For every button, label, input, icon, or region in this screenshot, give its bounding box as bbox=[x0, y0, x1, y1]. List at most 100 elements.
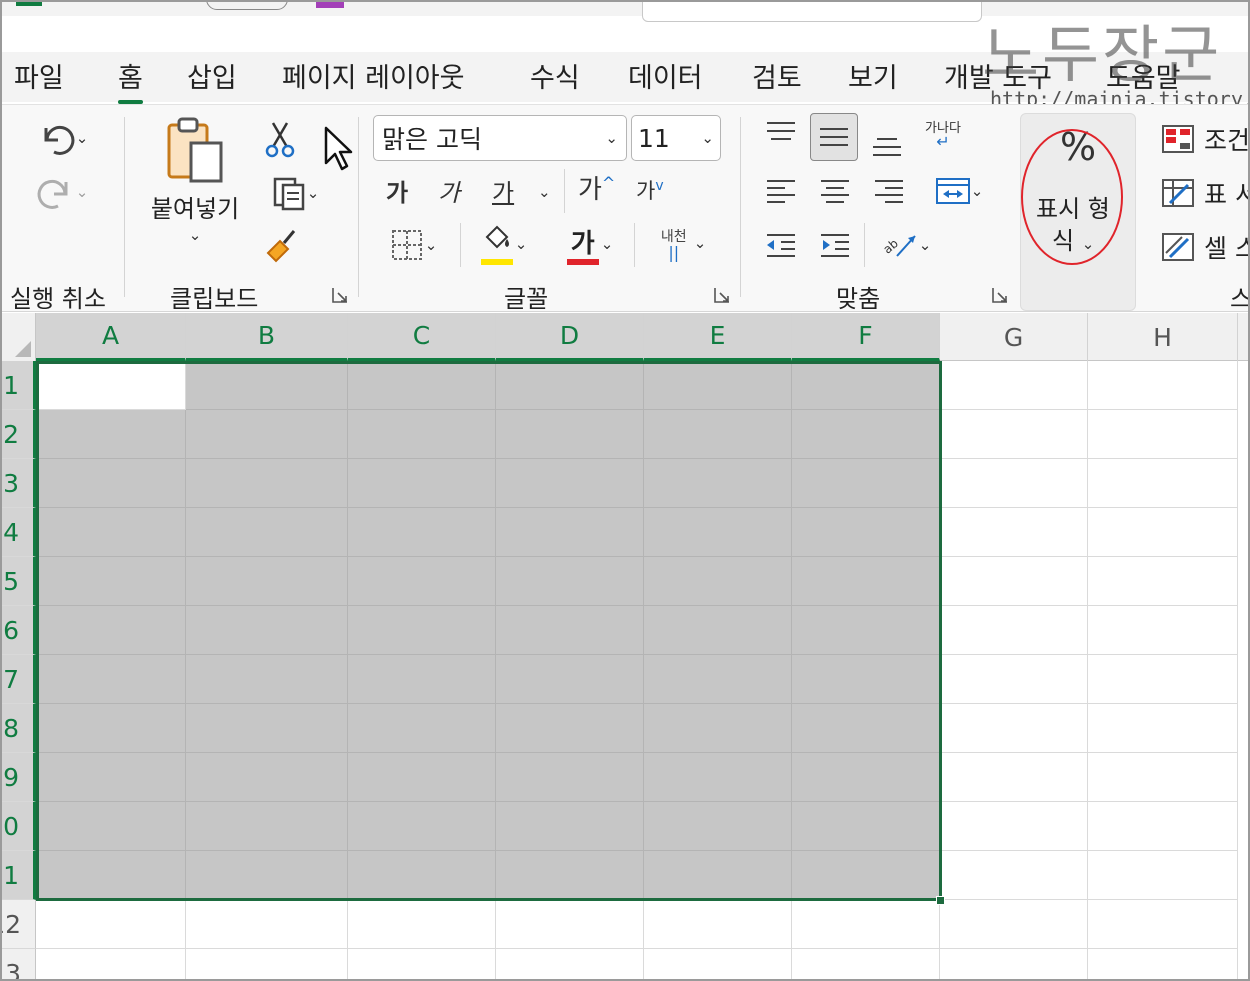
phonetic-guide-button[interactable]: 내천 || ⌄ bbox=[642, 219, 718, 267]
cell-a6[interactable] bbox=[36, 606, 186, 655]
tab-review[interactable]: 검토 bbox=[752, 56, 802, 95]
cell-a3[interactable] bbox=[36, 459, 186, 508]
cell-c9[interactable] bbox=[348, 753, 496, 802]
cell-c3[interactable] bbox=[348, 459, 496, 508]
row-header-8[interactable]: 8 bbox=[2, 704, 36, 753]
cell-a5[interactable] bbox=[36, 557, 186, 606]
column-header-g[interactable]: G bbox=[940, 313, 1088, 361]
cell-h2[interactable] bbox=[1088, 410, 1238, 459]
align-bottom-button[interactable] bbox=[866, 123, 908, 163]
cell-e2[interactable] bbox=[644, 410, 792, 459]
cell-h10[interactable] bbox=[1088, 802, 1238, 851]
cell-a4[interactable] bbox=[36, 508, 186, 557]
cell-styles-button[interactable]: 셀 스 bbox=[1162, 229, 1248, 265]
cell-f9[interactable] bbox=[792, 753, 940, 802]
row-header-3[interactable]: 3 bbox=[2, 459, 36, 508]
cell-d5[interactable] bbox=[496, 557, 644, 606]
cell-g11[interactable] bbox=[940, 851, 1088, 900]
cell-e5[interactable] bbox=[644, 557, 792, 606]
cell-c1[interactable] bbox=[348, 361, 496, 410]
cell-g10[interactable] bbox=[940, 802, 1088, 851]
cell-h11[interactable] bbox=[1088, 851, 1238, 900]
cell-f4[interactable] bbox=[792, 508, 940, 557]
cell-b4[interactable] bbox=[186, 508, 348, 557]
cell-g3[interactable] bbox=[940, 459, 1088, 508]
cell-e9[interactable] bbox=[644, 753, 792, 802]
cell-h7[interactable] bbox=[1088, 655, 1238, 704]
cell-b1[interactable] bbox=[186, 361, 348, 410]
cell-c13[interactable] bbox=[348, 949, 496, 979]
cell-e13[interactable] bbox=[644, 949, 792, 979]
bold-button[interactable]: 가 bbox=[386, 173, 408, 208]
dialog-launcher-icon[interactable] bbox=[992, 287, 1008, 303]
cell-d10[interactable] bbox=[496, 802, 644, 851]
cell-h3[interactable] bbox=[1088, 459, 1238, 508]
cell-f11[interactable] bbox=[792, 851, 940, 900]
cell-f8[interactable] bbox=[792, 704, 940, 753]
cell-g13[interactable] bbox=[940, 949, 1088, 979]
cell-d9[interactable] bbox=[496, 753, 644, 802]
cell-f3[interactable] bbox=[792, 459, 940, 508]
tab-file[interactable]: 파일 bbox=[14, 56, 64, 95]
decrease-indent-button[interactable] bbox=[760, 223, 802, 267]
cell-h4[interactable] bbox=[1088, 508, 1238, 557]
cell-e8[interactable] bbox=[644, 704, 792, 753]
cell-h1[interactable] bbox=[1088, 361, 1238, 410]
cell-f12[interactable] bbox=[792, 900, 940, 949]
column-header-b[interactable]: B bbox=[186, 313, 348, 361]
cell-g8[interactable] bbox=[940, 704, 1088, 753]
decrease-font-button[interactable]: 가v bbox=[636, 175, 664, 205]
cell-e1[interactable] bbox=[644, 361, 792, 410]
cell-d7[interactable] bbox=[496, 655, 644, 704]
cell-g6[interactable] bbox=[940, 606, 1088, 655]
column-header-a[interactable]: A bbox=[36, 313, 186, 361]
cell-h9[interactable] bbox=[1088, 753, 1238, 802]
cell-a10[interactable] bbox=[36, 802, 186, 851]
cell-c7[interactable] bbox=[348, 655, 496, 704]
fill-handle[interactable] bbox=[936, 896, 945, 905]
cell-e11[interactable] bbox=[644, 851, 792, 900]
cell-f6[interactable] bbox=[792, 606, 940, 655]
cell-e4[interactable] bbox=[644, 508, 792, 557]
search-box[interactable] bbox=[642, 2, 982, 22]
column-header-h[interactable]: H bbox=[1088, 313, 1238, 361]
increase-indent-button[interactable] bbox=[814, 223, 856, 267]
cell-a9[interactable] bbox=[36, 753, 186, 802]
cell-d12[interactable] bbox=[496, 900, 644, 949]
tab-insert[interactable]: 삽입 bbox=[187, 56, 237, 95]
cell-d6[interactable] bbox=[496, 606, 644, 655]
align-left-button[interactable] bbox=[760, 169, 802, 213]
cell-c8[interactable] bbox=[348, 704, 496, 753]
cell-d2[interactable] bbox=[496, 410, 644, 459]
cell-b8[interactable] bbox=[186, 704, 348, 753]
cell-c12[interactable] bbox=[348, 900, 496, 949]
cell-d8[interactable] bbox=[496, 704, 644, 753]
cell-d11[interactable] bbox=[496, 851, 644, 900]
select-all-button[interactable] bbox=[2, 313, 36, 361]
increase-font-button[interactable]: 가^ bbox=[578, 169, 615, 206]
cell-f7[interactable] bbox=[792, 655, 940, 704]
borders-button[interactable]: ⌄ bbox=[376, 223, 450, 267]
align-center-button[interactable] bbox=[814, 169, 856, 213]
cell-f13[interactable] bbox=[792, 949, 940, 979]
align-right-button[interactable] bbox=[868, 169, 910, 213]
cell-h12[interactable] bbox=[1088, 900, 1238, 949]
row-header-9[interactable]: 9 bbox=[2, 753, 36, 802]
cell-h13[interactable] bbox=[1088, 949, 1238, 979]
cell-a8[interactable] bbox=[36, 704, 186, 753]
cell-b3[interactable] bbox=[186, 459, 348, 508]
row-header-6[interactable]: 6 bbox=[2, 606, 36, 655]
font-color-button[interactable]: 가 ⌄ bbox=[554, 221, 624, 267]
cell-b11[interactable] bbox=[186, 851, 348, 900]
cell-a7[interactable] bbox=[36, 655, 186, 704]
cell-c4[interactable] bbox=[348, 508, 496, 557]
column-header-c[interactable]: C bbox=[348, 313, 496, 361]
row-header-12[interactable]: 12 bbox=[2, 900, 36, 949]
row-header-2[interactable]: 2 bbox=[2, 410, 36, 459]
cell-c2[interactable] bbox=[348, 410, 496, 459]
cell-a2[interactable] bbox=[36, 410, 186, 459]
column-header-d[interactable]: D bbox=[496, 313, 644, 361]
app-switch-icon[interactable] bbox=[316, 2, 344, 8]
cell-h6[interactable] bbox=[1088, 606, 1238, 655]
cell-d13[interactable] bbox=[496, 949, 644, 979]
